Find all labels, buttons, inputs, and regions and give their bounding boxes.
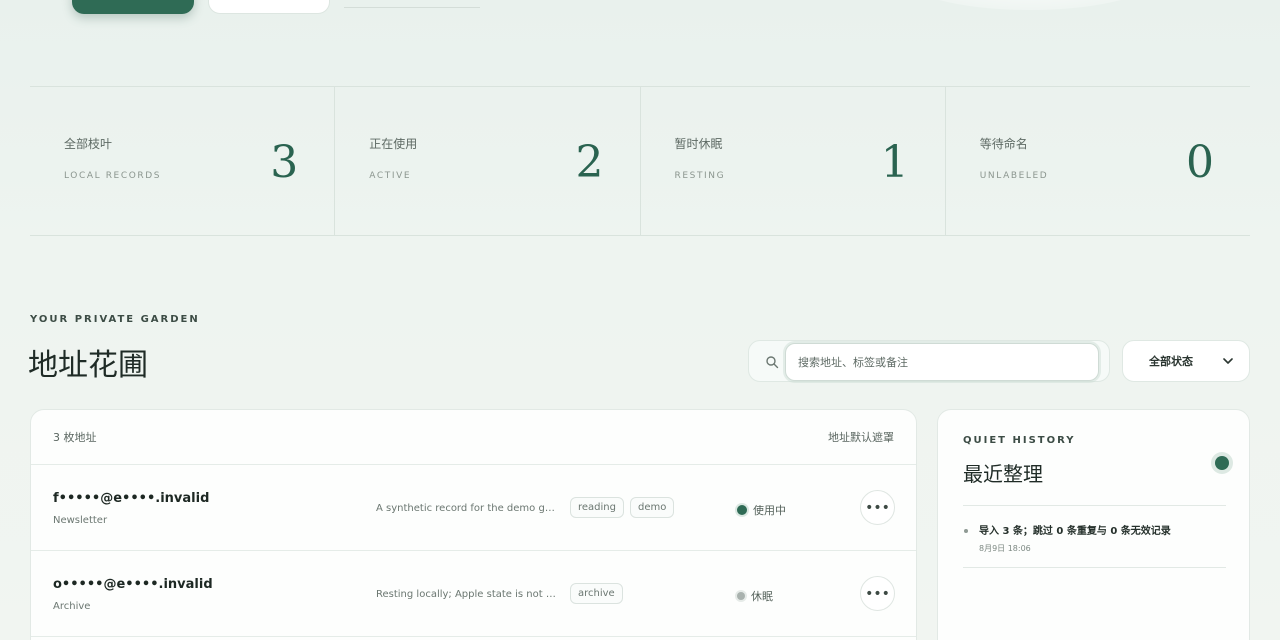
history-entry-time: 8月9日 18:06 (979, 544, 1031, 553)
status-badge: 休眠 (737, 588, 773, 604)
stat-resting: 暂时休眠 RESTING 1 (641, 87, 946, 235)
stat-sublabel: ACTIVE (369, 171, 412, 181)
address-list: 3 枚地址 地址默认遮罩 f•••••@e••••.invalid Newsle… (30, 409, 917, 640)
ellipsis-icon: ••• (865, 499, 890, 516)
status-text: 使用中 (753, 504, 786, 517)
stat-label: 暂时休眠 (674, 137, 723, 151)
top-divider (344, 6, 480, 8)
ellipsis-icon: ••• (865, 585, 890, 602)
address-label: Newsletter (53, 515, 108, 526)
bullet-icon (964, 529, 968, 533)
section-eyebrow: YOUR PRIVATE GARDEN (30, 314, 200, 325)
stat-sublabel: LOCAL RECORDS (64, 171, 162, 181)
status-indicator-icon (1215, 456, 1229, 470)
stat-value: 0 (1186, 137, 1214, 188)
list-item[interactable]: o•••••@e••••.invalid Archive Resting loc… (31, 551, 916, 637)
list-header: 3 枚地址 地址默认遮罩 (31, 410, 916, 465)
address-note: A synthetic record for the demo garden (376, 503, 556, 514)
search-box (748, 340, 1110, 382)
stat-active: 正在使用 ACTIVE 2 (335, 87, 641, 235)
tag-chip[interactable]: demo (629, 497, 675, 518)
stat-sublabel: UNLABELED (979, 171, 1049, 181)
search-input[interactable] (785, 343, 1099, 381)
status-filter-select[interactable]: 全部状态 (1122, 340, 1250, 382)
stats-strip: 全部枝叶 LOCAL RECORDS 3 正在使用 ACTIVE 2 暂时休眠 … (30, 86, 1250, 236)
stat-sublabel: RESTING (674, 171, 726, 181)
top-actions (72, 0, 480, 14)
stat-value: 2 (575, 137, 604, 188)
address-count: 3 枚地址 (53, 431, 97, 444)
tag-chip[interactable]: reading (570, 497, 624, 518)
history-entry: 导入 3 条；跳过 0 条重复与 0 条无效记录 (979, 526, 1171, 537)
history-divider (963, 567, 1226, 568)
page-title: 地址花圃 (28, 348, 148, 383)
stat-label: 正在使用 (369, 137, 418, 151)
history-divider (963, 505, 1226, 506)
more-options-button[interactable]: ••• (860, 490, 895, 525)
status-dot-icon (737, 505, 747, 515)
history-panel: QUIET HISTORY 最近整理 导入 3 条；跳过 0 条重复与 0 条无… (937, 409, 1250, 640)
history-eyebrow: QUIET HISTORY (963, 435, 1076, 446)
stat-value: 3 (270, 137, 299, 188)
stat-label: 等待命名 (979, 137, 1028, 151)
background-glow (900, 0, 1160, 10)
secondary-action-button[interactable] (208, 0, 330, 14)
status-filter-value: 全部状态 (1149, 355, 1193, 368)
primary-action-button[interactable] (72, 0, 194, 14)
mask-toggle[interactable]: 地址默认遮罩 (828, 429, 894, 445)
tag-list: archive (570, 583, 623, 604)
status-badge: 使用中 (737, 502, 786, 518)
stat-label: 全部枝叶 (64, 137, 113, 151)
status-text: 休眠 (751, 590, 773, 603)
search-icon (765, 354, 779, 369)
address-email: f•••••@e••••.invalid (53, 491, 210, 506)
stat-local-records: 全部枝叶 LOCAL RECORDS 3 (30, 87, 336, 235)
stat-value: 1 (880, 137, 909, 188)
stat-unlabeled: 等待命名 UNLABELED 0 (946, 87, 1250, 235)
list-item[interactable]: f•••••@e••••.invalid Newsletter A synthe… (31, 465, 916, 551)
history-title: 最近整理 (963, 462, 1043, 486)
tag-list: reading demo (570, 497, 675, 518)
tag-chip[interactable]: archive (570, 583, 623, 604)
address-email: o•••••@e••••.invalid (53, 577, 213, 592)
more-options-button[interactable]: ••• (860, 576, 895, 611)
address-note: Resting locally; Apple state is not chec… (376, 589, 556, 600)
chevron-down-icon (1223, 355, 1233, 368)
status-dot-icon (737, 592, 745, 600)
address-label: Archive (53, 601, 91, 612)
